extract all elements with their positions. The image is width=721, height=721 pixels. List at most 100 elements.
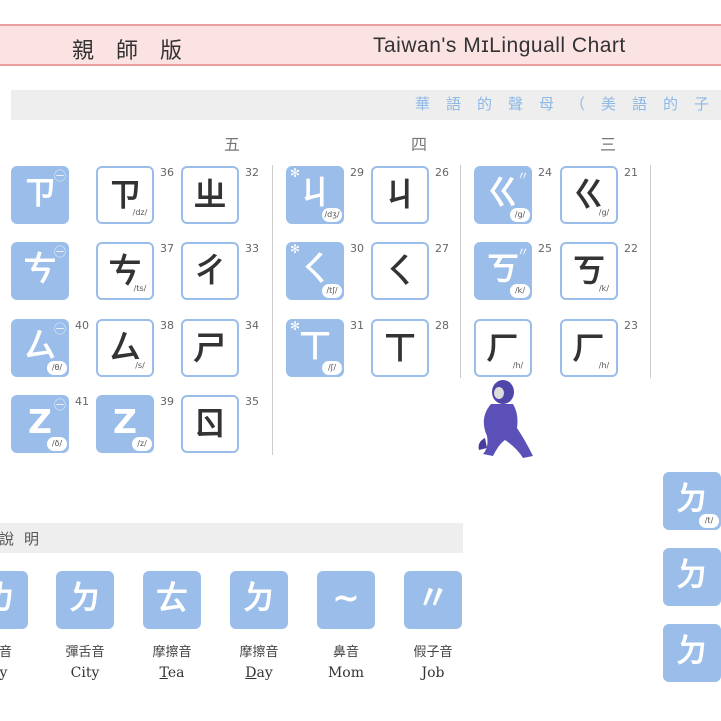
tile-ipa-label: /z/ <box>132 437 152 451</box>
tile-glyph: ㄉ <box>675 555 709 594</box>
note-tile: ~ <box>317 571 375 629</box>
tile-ipa-label: /dz/ <box>130 206 150 220</box>
tile-number: 41 <box>75 395 89 408</box>
note-tile-glyph: ~ <box>332 578 360 617</box>
page-title-zh: 親師版 <box>72 39 205 64</box>
tile-ipa-label: /ts/ <box>130 282 150 296</box>
tile-ipa-label: /s/ <box>130 359 150 373</box>
consonant-tile: ㄏ/h/ <box>474 319 532 377</box>
column-divider <box>272 165 273 455</box>
note-label: 舌音 <box>0 645 12 660</box>
tile-number: 21 <box>624 166 638 179</box>
note-example-word: dy <box>0 665 8 681</box>
tile-glyph: ㄒ <box>383 328 417 367</box>
tile-mark: ✻ <box>290 166 301 180</box>
tile-number: 30 <box>350 242 364 255</box>
column-divider <box>650 165 651 378</box>
consonant-tile: ㄍ/g/〃 <box>474 166 532 224</box>
consonant-tile: Z/z/ <box>96 395 154 453</box>
consonant-tile: ㄑ/tʃ/✻ <box>286 242 344 300</box>
tile-mark: ✻ <box>290 242 301 256</box>
tile-number: 27 <box>435 242 449 255</box>
tile-number: 26 <box>435 166 449 179</box>
tile-number: 37 <box>160 242 174 255</box>
consonant-tile: ㄔ <box>181 242 239 300</box>
subheader-text: 華語的聲母（美語的子音 <box>415 95 721 113</box>
tile-number: 29 <box>350 166 364 179</box>
consonant-tile: ㄎ/k/〃 <box>474 242 532 300</box>
column-heading-five: 五 <box>224 135 241 154</box>
column-heading-four: 四 <box>411 135 428 154</box>
consonant-tile: ㄓ <box>181 166 239 224</box>
consonant-tile: ㄐ/dʒ/✻ <box>286 166 344 224</box>
note-label: 摩擦音 <box>152 645 192 660</box>
tile-number: 32 <box>245 166 259 179</box>
consonant-tile: ㄙ/s/ <box>96 319 154 377</box>
notes-title: 說明 <box>0 530 50 548</box>
note-tile: ㄉ <box>230 571 288 629</box>
note-example-word: City <box>70 665 100 681</box>
note-example-word: Mom <box>327 665 365 681</box>
consonant-tile: ㄒ <box>371 319 429 377</box>
tile-glyph: ㄉ <box>675 631 709 670</box>
mascot-figure <box>478 380 533 458</box>
consonant-tile: ㄉ <box>663 548 721 606</box>
consonant-tile: ㄗ/dz/ <box>96 166 154 224</box>
tile-number: 39 <box>160 395 174 408</box>
tile-number: 40 <box>75 319 89 332</box>
consonant-tile: ㄉ <box>663 624 721 682</box>
consonant-tile: ㄎ/k/ <box>560 242 618 300</box>
tile-number: 31 <box>350 319 364 332</box>
tile-number: 25 <box>538 242 552 255</box>
consonant-tile: ㄘ㊀ <box>11 242 69 300</box>
consonant-tile: ㄙ/θ/㊀ <box>11 319 69 377</box>
tile-ipa-label: /g/ <box>594 206 614 220</box>
tile-ipa-label: /k/ <box>510 284 530 298</box>
column-heading-three: 三 <box>600 135 617 154</box>
tile-ipa-label: /tʃ/ <box>322 284 342 298</box>
consonant-tile: ㄏ/h/ <box>560 319 618 377</box>
consonant-tile: Z/ð/㊀ <box>11 395 69 453</box>
tile-mark: ㊀ <box>53 398 66 412</box>
tile-mark: ✻ <box>290 319 301 333</box>
tile-number: 22 <box>624 242 638 255</box>
note-tile-glyph: ㄉ <box>68 578 102 617</box>
tile-ipa-label: /ʃ/ <box>322 361 342 375</box>
note-label: 彈舌音 <box>65 645 105 660</box>
note-tile: ㄌ <box>0 571 28 629</box>
tile-glyph: Z <box>113 402 137 441</box>
tile-glyph: ㄓ <box>193 175 227 214</box>
tile-glyph: ㄕ <box>193 328 227 367</box>
tile-glyph: ㄑ <box>383 251 417 290</box>
tile-glyph: ㄉ <box>675 479 709 518</box>
tile-mark: 〃 <box>516 245 529 259</box>
tile-glyph: ㄔ <box>193 251 227 290</box>
note-tile-glyph: ㄊ <box>155 578 189 617</box>
tile-mark: 〃 <box>516 169 529 183</box>
column-divider <box>460 165 461 378</box>
notes-bar: 說明 <box>0 523 463 553</box>
note-example-word: Job <box>421 665 445 681</box>
tile-mark: ㊀ <box>53 169 66 183</box>
consonant-tile: ㄖ <box>181 395 239 453</box>
tile-ipa-label: /k/ <box>594 282 614 296</box>
tile-glyph: ㄖ <box>193 404 227 443</box>
tile-number: 36 <box>160 166 174 179</box>
tile-number: 34 <box>245 319 259 332</box>
tile-number: 33 <box>245 242 259 255</box>
tile-glyph: ㄐ <box>383 175 417 214</box>
tile-ipa-label: /θ/ <box>47 361 67 375</box>
tile-mark: ㊀ <box>53 322 66 336</box>
tile-ipa-label: /t/ <box>699 514 719 528</box>
consonant-tile: ㄗ㊀ <box>11 166 69 224</box>
tile-number: 35 <box>245 395 259 408</box>
note-tile-glyph: ㄌ <box>0 578 28 618</box>
consonant-tile: ㄍ/g/ <box>560 166 618 224</box>
tile-mark: ㊀ <box>53 245 66 259</box>
note-example-word: Tea <box>159 665 185 681</box>
page-title-en: Taiwan's MɪLinguall Chart <box>373 34 626 57</box>
consonant-tile: ㄘ/ts/ <box>96 242 154 300</box>
tile-number: 28 <box>435 319 449 332</box>
tile-ipa-label: /ð/ <box>47 437 67 451</box>
note-tile: ㄊ <box>143 571 201 629</box>
